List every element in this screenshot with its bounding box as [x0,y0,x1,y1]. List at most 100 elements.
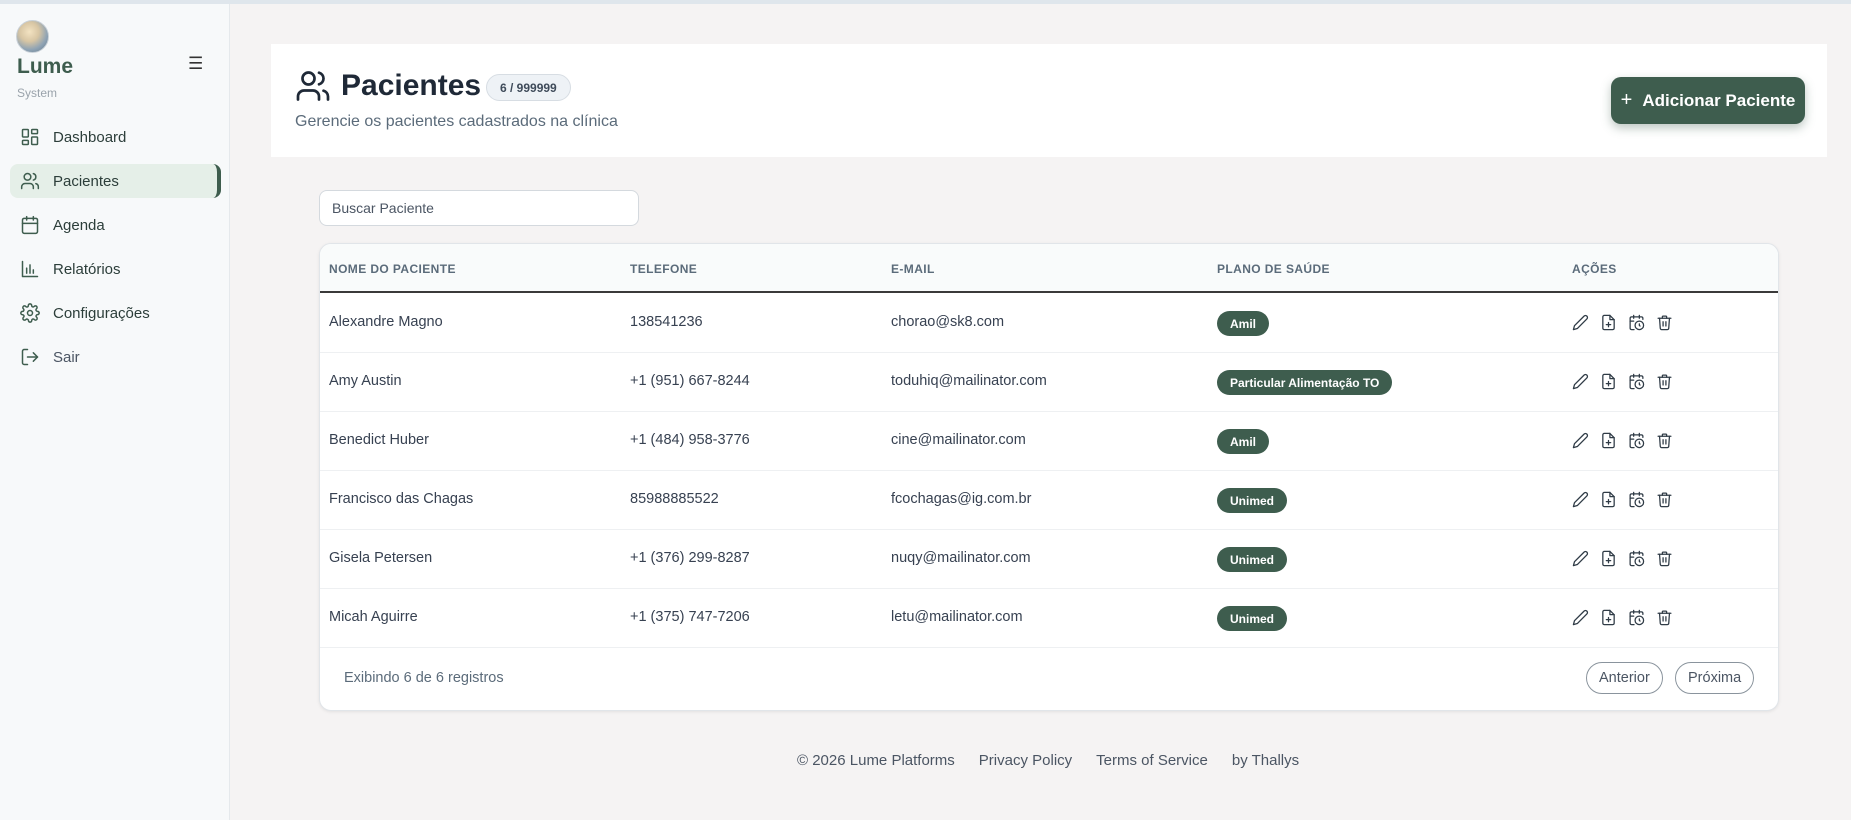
table-header: NOME DO PACIENTE TELEFONE E-MAIL PLANO D… [320,244,1778,293]
edit-icon [1572,373,1589,390]
add-document-button[interactable] [1600,314,1618,332]
schedule-button[interactable] [1628,491,1646,509]
trash-icon [1657,492,1672,508]
sidebar-item-configuracoes[interactable]: Configurações [10,296,221,330]
dashboard-icon [21,128,39,146]
edit-icon [1572,550,1589,567]
sidebar: Lume System ☰ Dashboard Pacientes Agenda… [0,4,230,820]
sidebar-item-agenda[interactable]: Agenda [10,208,221,242]
delete-button[interactable] [1656,314,1674,332]
schedule-button[interactable] [1628,550,1646,568]
edit-button[interactable] [1572,550,1590,568]
sidebar-item-label: Sair [53,348,80,366]
patients-table: NOME DO PACIENTE TELEFONE E-MAIL PLANO D… [319,243,1779,711]
file-plus-icon [1602,314,1615,331]
health-plan-badge: Unimed [1217,547,1288,572]
column-header-email: E-MAIL [891,262,935,276]
health-plan-badge: Amil [1217,311,1270,336]
add-document-button[interactable] [1600,550,1618,568]
gear-icon [20,303,40,323]
users-icon [20,172,40,190]
patient-email: letu@mailinator.com [891,609,1023,625]
sidebar-item-label: Configurações [53,304,150,322]
search-input[interactable] [319,190,639,226]
row-actions [1572,432,1684,450]
row-actions [1572,491,1684,509]
logo-image [16,20,49,53]
delete-button[interactable] [1656,491,1674,509]
health-plan-badge: Unimed [1217,606,1288,631]
sidebar-item-pacientes[interactable]: Pacientes [10,164,221,198]
calendar-clock-icon [1629,491,1645,508]
sidebar-item-label: Agenda [53,216,105,234]
sidebar-item-dashboard[interactable]: Dashboard [10,120,221,154]
file-plus-icon [1602,491,1615,508]
calendar-clock-icon [1629,432,1645,449]
add-document-button[interactable] [1600,609,1618,627]
sidebar-nav: Dashboard Pacientes Agenda Relatórios Co… [10,120,221,384]
delete-button[interactable] [1656,609,1674,627]
top-border [0,0,1851,4]
copyright-text: © 2026 Lume Platforms [797,752,955,769]
schedule-button[interactable] [1628,373,1646,391]
column-header-plan: PLANO DE SAÚDE [1217,262,1330,276]
column-header-name: NOME DO PACIENTE [329,262,456,276]
patient-name: Gisela Petersen [329,550,433,566]
add-patient-label: Adicionar Paciente [1642,90,1796,110]
add-document-button[interactable] [1600,491,1618,509]
page-footer: © 2026 Lume Platforms Privacy Policy Ter… [797,752,1323,769]
column-header-actions: AÇÕES [1572,262,1617,276]
patient-phone: +1 (376) 299-8287 [630,550,750,566]
delete-button[interactable] [1656,373,1674,391]
terms-of-service-link[interactable]: Terms of Service [1096,752,1208,769]
sidebar-item-sair[interactable]: Sair [10,340,221,374]
calendar-clock-icon [1629,373,1645,390]
file-plus-icon [1602,550,1615,567]
privacy-policy-link[interactable]: Privacy Policy [979,752,1072,769]
brand-name: Lume [17,55,74,78]
edit-button[interactable] [1572,609,1590,627]
sidebar-item-label: Dashboard [53,128,127,146]
edit-icon [1572,314,1589,331]
patient-email: toduhiq@mailinator.com [891,373,1047,389]
edit-button[interactable] [1572,314,1590,332]
schedule-button[interactable] [1628,609,1646,627]
add-document-button[interactable] [1600,432,1618,450]
patient-name: Benedict Huber [329,432,429,448]
trash-icon [1657,551,1672,567]
previous-page-button[interactable]: Anterior [1586,662,1663,694]
page-title: Pacientes [341,69,482,102]
edit-button[interactable] [1572,491,1590,509]
hamburger-icon[interactable]: ☰ [188,54,203,74]
schedule-button[interactable] [1628,432,1646,450]
file-plus-icon [1602,373,1615,390]
patient-name: Micah Aguirre [329,609,418,625]
patient-name: Francisco das Chagas [329,491,474,507]
patient-phone: +1 (951) 667-8244 [630,373,750,389]
calendar-clock-icon [1629,314,1645,331]
row-actions [1572,550,1684,568]
page-header: Pacientes 6 / 999999 Gerencie os pacient… [271,44,1827,157]
patient-phone: +1 (375) 747-7206 [630,609,750,625]
table-row: Micah Aguirre +1 (375) 747-7206 letu@maili… [320,589,1778,648]
next-page-button[interactable]: Próxima [1675,662,1755,694]
delete-button[interactable] [1656,550,1674,568]
users-icon [295,68,331,104]
health-plan-badge: Particular Alimentação TO [1217,370,1393,395]
trash-icon [1657,374,1672,390]
table-row: Amy Austin +1 (951) 667-8244 toduhiq@maili… [320,353,1778,412]
edit-button[interactable] [1572,432,1590,450]
edit-button[interactable] [1572,373,1590,391]
sidebar-item-label: Relatórios [53,260,121,278]
delete-button[interactable] [1656,432,1674,450]
row-actions [1572,609,1684,627]
page-subtitle: Gerencie os pacientes cadastrados na clí… [295,113,618,130]
edit-icon [1572,432,1589,449]
row-actions [1572,314,1684,332]
sidebar-item-relatorios[interactable]: Relatórios [10,252,221,286]
count-badge: 6 / 999999 [486,74,571,101]
add-patient-button[interactable]: + Adicionar Paciente [1611,77,1805,124]
schedule-button[interactable] [1628,314,1646,332]
patient-email: fcochagas@ig.com.br [891,491,1032,507]
add-document-button[interactable] [1600,373,1618,391]
